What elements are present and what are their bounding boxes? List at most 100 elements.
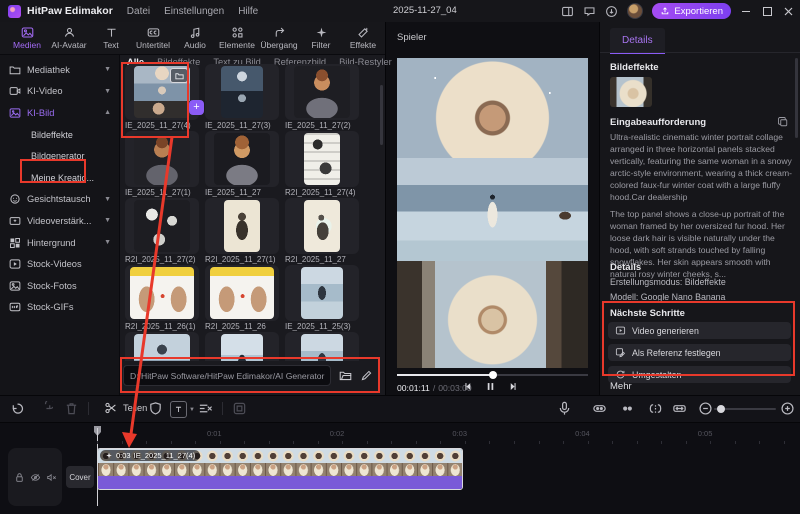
layout-panels-icon[interactable] xyxy=(561,5,574,18)
close-button[interactable] xyxy=(782,5,794,17)
collection-badge-icon[interactable] xyxy=(170,68,188,83)
sidebar-item-stock-fotos[interactable]: Stock-Fotos xyxy=(0,275,119,297)
media-item-ie-2025-11-27-2[interactable]: IE_2025_11_27(2) xyxy=(285,66,359,130)
media-item-name: R2I_2025_11_27 xyxy=(285,255,359,264)
sidebar-item-label: Mediathek xyxy=(27,65,104,75)
tab-audio[interactable]: Audio xyxy=(174,26,216,50)
edit-path-icon[interactable] xyxy=(360,369,373,382)
output-path-input[interactable]: D:/HitPaw Software/HitPaw Edimakor/AI Ge… xyxy=(123,365,331,386)
sidebar-item-stock-videos[interactable]: Stock-Videos xyxy=(0,253,119,275)
user-avatar[interactable] xyxy=(627,3,643,19)
progress-knob[interactable] xyxy=(489,371,497,379)
zoom-out-icon[interactable] xyxy=(698,401,713,416)
redo-icon[interactable] xyxy=(38,401,53,416)
details-scrollbar[interactable] xyxy=(795,58,798,138)
tab-details[interactable]: Details xyxy=(610,28,665,54)
menu-datei[interactable]: Datei xyxy=(127,6,150,17)
tab-label: Effekte xyxy=(350,40,376,50)
video-preview[interactable] xyxy=(397,58,588,368)
media-grid-scrollbar[interactable] xyxy=(380,85,383,145)
ruler-tick xyxy=(293,441,294,444)
tab-übergang[interactable]: Übergang xyxy=(258,26,300,50)
pause-icon[interactable] xyxy=(485,381,496,392)
voiceover-mic-icon[interactable] xyxy=(557,401,572,416)
ribbon-tabs: MedienAI-AvatarTextUntertitelAudioElemen… xyxy=(0,22,385,55)
freeze-frame-icon[interactable] xyxy=(232,401,247,416)
menu-hilfe[interactable]: Hilfe xyxy=(238,6,258,17)
tab-ai-avatar[interactable]: AI-Avatar xyxy=(48,26,90,50)
maximize-button[interactable] xyxy=(761,5,773,17)
tab-filter[interactable]: Filter xyxy=(300,26,342,50)
hide-track-icon[interactable] xyxy=(30,472,41,483)
audio-separate-icon[interactable] xyxy=(620,401,635,416)
sidebar-item-ki-bild[interactable]: KI-Bild▲ xyxy=(0,102,119,124)
ripple-delete-icon[interactable] xyxy=(198,401,213,416)
creation-mode: Erstellungsmodus: Bildeffekte xyxy=(610,277,726,287)
details-section-title: Bildeffekte xyxy=(610,62,659,73)
tab-medien[interactable]: Medien xyxy=(6,26,48,50)
media-item-r2i-2025-11-27[interactable]: R2I_2025_11_27 xyxy=(285,200,359,264)
zoom-fit-icon[interactable] xyxy=(780,401,795,416)
delete-icon[interactable] xyxy=(64,401,79,416)
minimize-button[interactable] xyxy=(740,5,752,17)
keyframe-icon[interactable] xyxy=(592,401,607,416)
media-item-r2i-2025-11-27-4[interactable]: R2I_2025_11_27(4) xyxy=(285,133,359,197)
action-video-generieren[interactable]: Video generieren xyxy=(608,322,791,339)
copy-prompt-icon[interactable] xyxy=(777,116,789,128)
playback-progress-bar[interactable] xyxy=(397,374,588,376)
next-frame-icon[interactable] xyxy=(508,381,519,392)
media-item-r2i-2025-11-26[interactable]: R2I_2025_11_26 xyxy=(205,267,279,331)
more-label[interactable]: Mehr xyxy=(610,381,632,392)
split-button[interactable]: Teilen xyxy=(104,401,147,415)
action-als-referenz-festlegen[interactable]: Als Referenz festlegen xyxy=(608,344,791,361)
media-item-ie-2025-11-25-3[interactable]: IE_2025_11_25(3) xyxy=(285,267,359,331)
menu-einstellungen[interactable]: Einstellungen xyxy=(164,6,224,17)
action-label: Video generieren xyxy=(632,326,699,336)
mute-track-icon[interactable] xyxy=(46,472,57,483)
marker-badge-icon[interactable] xyxy=(148,401,163,416)
media-item-ie-2025-11-27-1[interactable]: IE_2025_11_27(1) xyxy=(125,133,199,197)
text-tool-button[interactable]: ▼ xyxy=(170,401,195,418)
tab-effekte[interactable]: Effekte xyxy=(342,26,384,50)
tab-untertitel[interactable]: Untertitel xyxy=(132,26,174,50)
sidebar-item-stock-gifs[interactable]: Stock-GIFs xyxy=(0,297,119,319)
media-thumbnail xyxy=(134,200,190,252)
split-view-icon[interactable] xyxy=(648,401,663,416)
undo-icon[interactable] xyxy=(10,401,25,416)
previous-frame-icon[interactable] xyxy=(462,381,473,392)
action-umgestalten[interactable]: Umgestalten xyxy=(608,366,791,383)
add-to-timeline-button[interactable]: + xyxy=(189,100,204,115)
details-thumbnail[interactable] xyxy=(610,77,652,107)
fit-clip-icon[interactable] xyxy=(672,401,687,416)
sidebar-item-meine-kreatio[interactable]: Meine Kreatio... xyxy=(0,167,119,189)
preview-panel-lake xyxy=(397,158,588,261)
open-folder-icon[interactable] xyxy=(339,369,352,382)
sidebar-item-bildeffekte[interactable]: Bildeffekte xyxy=(0,124,119,146)
media-item-r2i-2025-11-27-2[interactable]: R2I_2025_11_27(2) xyxy=(125,200,199,264)
sidebar-item-mediathek[interactable]: Mediathek▼ xyxy=(0,59,119,81)
lock-track-icon[interactable] xyxy=(14,472,25,483)
sidebar-item-videoverstärk[interactable]: Videoverstärk...▼ xyxy=(0,210,119,232)
media-item-r2i-2025-11-26-1[interactable]: R2I_2025_11_26(1) xyxy=(125,267,199,331)
sidebar-item-hintergrund[interactable]: Hintergrund▼ xyxy=(0,232,119,254)
clip-effect-bar xyxy=(98,476,462,489)
media-item-ie-2025-11-27-3[interactable]: IE_2025_11_27(3) xyxy=(205,66,279,130)
timeline-zoom-knob[interactable] xyxy=(717,405,725,413)
sidebar-item-bildgenerator[interactable]: Bildgenerator xyxy=(0,145,119,167)
sidebar-item-ki-video[interactable]: KI-Video▼ xyxy=(0,81,119,103)
feedback-icon[interactable] xyxy=(583,5,596,18)
sidebar-item-label: Stock-Videos xyxy=(27,259,119,269)
tab-text[interactable]: Text xyxy=(90,26,132,50)
ruler-tick xyxy=(710,441,711,444)
scissors-icon xyxy=(104,401,118,415)
download-icon[interactable] xyxy=(605,5,618,18)
clip-type-icon xyxy=(105,452,113,460)
export-button[interactable]: Exportieren xyxy=(652,3,731,19)
tab-elemente[interactable]: Elemente xyxy=(216,26,258,50)
stock-photo-icon xyxy=(9,280,21,292)
ruler-label-0-05: 0:05 xyxy=(698,429,713,438)
media-item-ie-2025-11-27[interactable]: IE_2025_11_27 xyxy=(205,133,279,197)
sidebar-item-gesichtstausch[interactable]: Gesichtstausch▼ xyxy=(0,189,119,211)
media-item-r2i-2025-11-27-1[interactable]: R2I_2025_11_27(1) xyxy=(205,200,279,264)
cover-button[interactable]: Cover xyxy=(66,466,94,488)
